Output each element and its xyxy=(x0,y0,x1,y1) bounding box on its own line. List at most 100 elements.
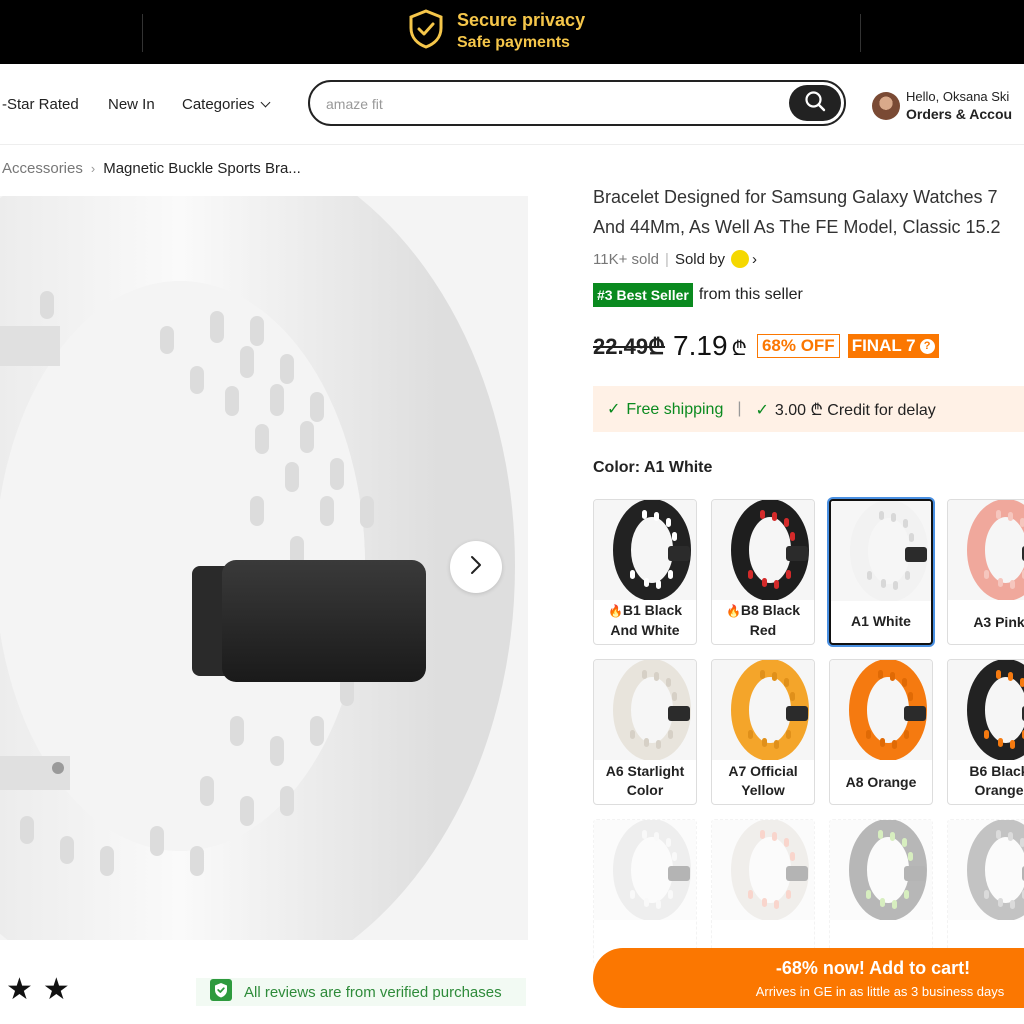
search-input[interactable] xyxy=(324,91,788,117)
final-price-badge[interactable]: FINAL 7? xyxy=(847,334,939,358)
best-seller-badge: #3 Best Seller xyxy=(593,283,693,307)
banner-divider xyxy=(142,14,143,52)
swatch-label: A3 Pink xyxy=(948,613,1024,632)
swatch-thumbnail xyxy=(830,820,932,921)
swatch-label-line: And White xyxy=(610,622,680,638)
swatch-label-line: B6 Black xyxy=(969,763,1024,779)
swatch-label: A8 Orange xyxy=(830,773,932,792)
color-swatch[interactable] xyxy=(711,819,815,965)
color-label: Color: A1 White xyxy=(593,459,713,476)
flame-icon: 🔥 xyxy=(725,604,741,618)
next-image-button[interactable] xyxy=(450,541,502,593)
swatch-label: 🔥B8 Black Red xyxy=(712,601,814,640)
sold-count: 11K+ sold xyxy=(593,250,660,268)
orders-account-link[interactable]: Orders & Accou xyxy=(906,105,1012,123)
original-price: 22.49₾ xyxy=(593,334,666,359)
color-swatch[interactable]: A1 White xyxy=(829,499,933,645)
currency-symbol: ₾ xyxy=(731,338,747,360)
sales-meta: 11K+ sold | Sold by › xyxy=(593,250,757,268)
account-menu[interactable]: Hello, Oksana Ski Orders & Accou xyxy=(872,88,1012,123)
shipping-info[interactable]: ✓ Free shipping | ✓ 3.00 ₾ Credit for dela… xyxy=(593,386,1024,432)
banner-divider xyxy=(860,14,861,52)
avatar xyxy=(872,91,900,120)
swatch-label-line: Yellow xyxy=(741,782,785,798)
question-icon: ? xyxy=(919,338,935,354)
seller-logo-icon[interactable] xyxy=(730,250,749,268)
nav-categories[interactable]: Categories xyxy=(182,96,270,113)
swatch-label: 🔥B1 Black And White xyxy=(594,601,696,640)
chevron-right-icon[interactable]: › xyxy=(752,251,757,268)
search-icon xyxy=(804,90,826,117)
swatch-label: A1 White xyxy=(831,612,931,631)
swatch-thumbnail xyxy=(712,820,814,921)
meta-divider: | xyxy=(665,250,669,268)
swatch-label-line: Red xyxy=(749,622,777,638)
color-swatch[interactable] xyxy=(829,819,933,965)
swatch-thumbnail xyxy=(594,500,696,601)
swatch-thumbnail xyxy=(830,660,932,761)
search-button[interactable] xyxy=(789,85,841,121)
swatch-label-line: A1 White xyxy=(851,613,911,629)
swatch-label: A6 Starlight Color xyxy=(594,762,696,800)
rating-stars: ★ ★ xyxy=(6,974,70,1006)
chevron-right-icon: › xyxy=(90,161,96,176)
product-image[interactable] xyxy=(0,196,528,940)
color-swatch[interactable]: 🔥B1 Black And White xyxy=(593,499,697,645)
breadcrumb-current: Magnetic Buckle Sports Bra... xyxy=(103,160,301,177)
chevron-right-icon xyxy=(469,554,483,581)
chevron-down-icon xyxy=(260,97,270,108)
account-greeting: Hello, Oksana Ski xyxy=(906,89,1010,104)
delay-credit-label: 3.00 ₾ Credit for delay xyxy=(774,402,936,419)
checkmark-icon: ✓ xyxy=(607,401,621,418)
verified-reviews-text: All reviews are from verified purchases xyxy=(244,983,502,1001)
color-swatch[interactable]: A6 Starlight Color xyxy=(593,659,697,805)
color-swatch[interactable] xyxy=(593,819,697,965)
star-icon: ★ xyxy=(42,973,70,1006)
swatch-label-line: B1 Black xyxy=(622,602,683,618)
delay-credit: ✓ 3.00 ₾ Credit for delay xyxy=(756,398,936,420)
banner-subtitle: Safe payments xyxy=(457,34,570,51)
color-swatch[interactable]: A8 Orange xyxy=(829,659,933,805)
breadcrumb: Accessories › Magnetic Buckle Sports Bra..… xyxy=(2,160,301,177)
swatch-thumbnail xyxy=(831,501,931,602)
sold-by-label: Sold by xyxy=(674,250,725,268)
add-to-cart-button[interactable]: -68% now! Add to cart! Arrives in GE in … xyxy=(593,948,1024,1008)
product-title-line: Bracelet Designed for Samsung Galaxy Wat… xyxy=(593,187,998,207)
swatch-thumbnail xyxy=(712,500,814,601)
verified-shield-icon xyxy=(208,979,232,1005)
swatch-label-line: A3 Pink xyxy=(973,614,1024,630)
checkmark-icon: ✓ xyxy=(755,402,769,419)
swatch-label-line: A8 Orange xyxy=(845,774,917,790)
secure-privacy-block: Secure privacy Safe payments xyxy=(408,8,585,54)
color-swatch[interactable]: 🔥B8 Black Red xyxy=(711,499,815,645)
color-swatch[interactable] xyxy=(947,819,1024,965)
search-bar xyxy=(308,80,846,126)
add-to-cart-label: -68% now! Add to cart! xyxy=(775,958,971,978)
best-seller-row: #3 Best Seller from this seller xyxy=(593,283,803,307)
nav-new-in[interactable]: New In xyxy=(108,96,155,113)
delivery-estimate: Arrives in GE in as little as 3 business… xyxy=(755,984,1005,999)
swatch-label: B6 Black Orange xyxy=(948,762,1024,800)
best-seller-suffix: from this seller xyxy=(698,286,803,303)
swatch-label-line: A7 Official xyxy=(728,763,798,779)
swatch-thumbnail xyxy=(948,660,1024,761)
nav-star-rated[interactable]: -Star Rated xyxy=(2,96,79,113)
color-swatch[interactable]: B6 Black Orange xyxy=(947,659,1024,805)
swatch-label: A7 Official Yellow xyxy=(712,762,814,800)
verified-reviews-notice: All reviews are from verified purchases xyxy=(196,978,526,1006)
star-icon: ★ xyxy=(6,973,33,1006)
swatch-label-line: A6 Starlight xyxy=(605,763,685,779)
final-price-label: FINAL 7 xyxy=(851,336,916,355)
breadcrumb-accessories[interactable]: Accessories xyxy=(2,160,83,177)
swatch-thumbnail xyxy=(594,660,696,761)
current-price: 7.19 ₾ xyxy=(673,330,747,362)
color-swatch[interactable]: A3 Pink xyxy=(947,499,1024,645)
header-nav: -Star Rated New In Categories Hello, Oks… xyxy=(0,64,1024,145)
swatch-label-line: Orange xyxy=(974,782,1024,798)
security-banner: Secure privacy Safe payments xyxy=(0,0,1024,64)
color-swatch[interactable]: A7 Official Yellow xyxy=(711,659,815,805)
nav-categories-label: Categories xyxy=(182,96,255,113)
banner-title: Secure privacy xyxy=(457,10,586,30)
free-shipping: ✓ Free shipping xyxy=(607,399,723,419)
product-title-line: And 44Mm, As Well As The FE Model, Class… xyxy=(593,217,1001,237)
